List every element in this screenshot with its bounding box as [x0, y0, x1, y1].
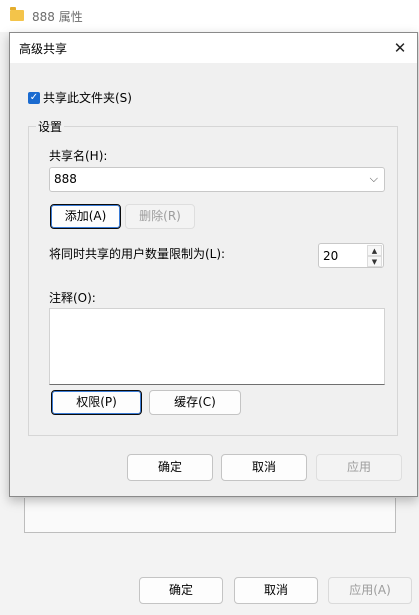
advanced-sharing-dialog: 高级共享 ✕ ✓ 共享此文件夹(S) 设置 共享名(H): 888 ⌵ 添加(A)… [9, 32, 418, 497]
share-folder-checkbox[interactable]: ✓ 共享此文件夹(S) [28, 89, 132, 105]
ok-button[interactable]: 确定 [139, 577, 223, 604]
chevron-down-icon[interactable]: ⌵ [370, 172, 378, 186]
spin-down-icon[interactable]: ▼ [367, 256, 382, 267]
user-limit-value[interactable]: 20 [323, 249, 338, 263]
add-button[interactable]: 添加(A) [50, 204, 121, 229]
share-folder-label: 共享此文件夹(S) [43, 91, 132, 105]
properties-panel [24, 498, 396, 533]
user-limit-label: 将同时共享的用户数量限制为(L): [49, 247, 226, 261]
dialog-apply-button: 应用 [316, 454, 402, 481]
dialog-cancel-button[interactable]: 取消 [221, 454, 307, 481]
permissions-button[interactable]: 权限(P) [51, 390, 142, 415]
user-limit-spinner[interactable]: 20 ▲ ▼ [318, 243, 384, 268]
share-name-value: 888 [54, 172, 77, 186]
properties-title: 888 属性 [32, 10, 83, 24]
close-icon[interactable]: ✕ [389, 37, 411, 59]
properties-title-bar: 888 属性 [0, 0, 419, 32]
spin-up-icon[interactable]: ▲ [367, 245, 382, 256]
dialog-ok-button[interactable]: 确定 [127, 454, 213, 481]
caching-button[interactable]: 缓存(C) [149, 390, 241, 415]
comment-textarea[interactable] [49, 308, 385, 385]
apply-button: 应用(A) [328, 577, 412, 604]
dialog-title-bar: 高级共享 ✕ [10, 33, 417, 63]
remove-button: 删除(R) [125, 204, 195, 229]
share-name-label: 共享名(H): [49, 149, 108, 163]
dialog-title: 高级共享 [19, 42, 68, 56]
checkbox-check-icon[interactable]: ✓ [28, 91, 40, 104]
settings-group-label: 设置 [36, 118, 65, 135]
share-name-combobox[interactable]: 888 ⌵ [49, 167, 385, 192]
cancel-button[interactable]: 取消 [234, 577, 318, 604]
folder-icon [10, 7, 24, 21]
comment-label: 注释(O): [49, 291, 96, 305]
